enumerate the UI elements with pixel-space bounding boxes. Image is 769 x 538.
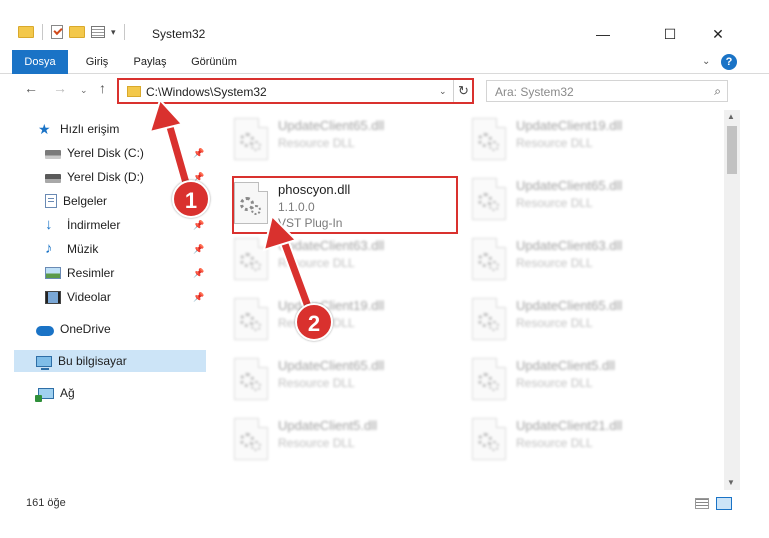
annotation-arrow-2 [262,214,316,318]
step-badge-2: 2 [295,303,333,341]
step-badge-1: 1 [172,180,210,218]
